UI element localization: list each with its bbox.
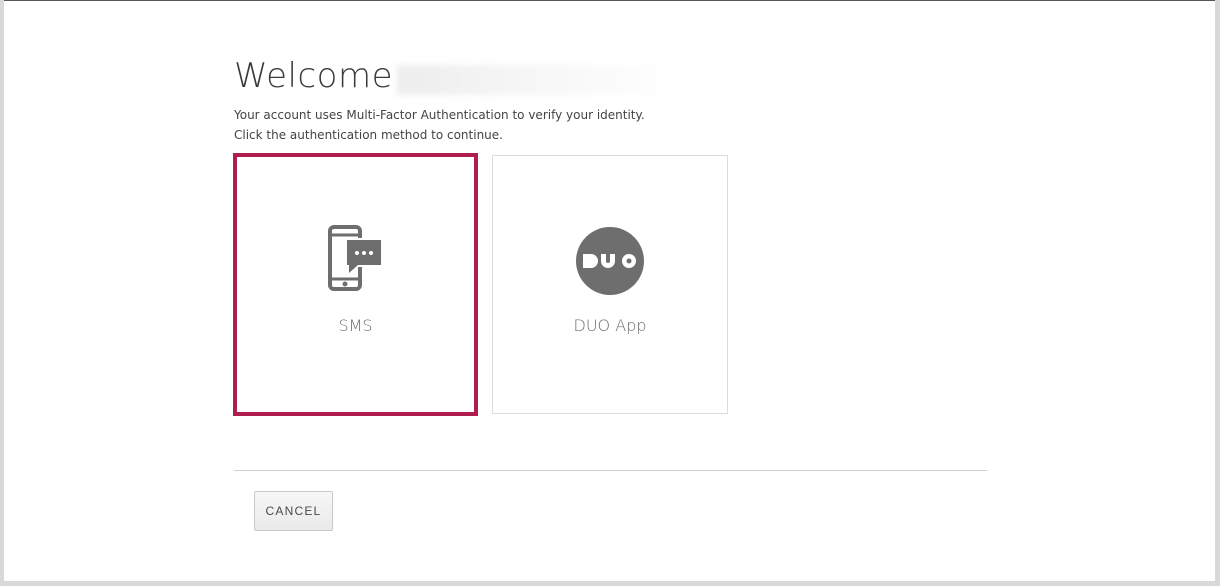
welcome-header: Welcome bbox=[234, 53, 683, 99]
divider bbox=[234, 470, 987, 471]
cancel-button[interactable]: CANCEL bbox=[254, 491, 333, 531]
duo-logo-icon bbox=[575, 226, 645, 300]
duo-method-card[interactable]: DUO App bbox=[492, 155, 728, 414]
intro-line-2: Click the authentication method to conti… bbox=[234, 128, 503, 142]
sms-method-label: SMS bbox=[338, 316, 373, 335]
intro-line-1: Your account uses Multi-Factor Authentic… bbox=[234, 108, 645, 122]
mfa-page: Welcome Your account uses Multi-Factor A… bbox=[4, 0, 1215, 581]
redacted-username bbox=[397, 65, 683, 95]
sms-phone-icon bbox=[327, 225, 384, 297]
sms-method-card[interactable]: SMS bbox=[233, 153, 478, 416]
duo-method-label: DUO App bbox=[573, 316, 647, 335]
page-title: Welcome bbox=[234, 56, 394, 96]
